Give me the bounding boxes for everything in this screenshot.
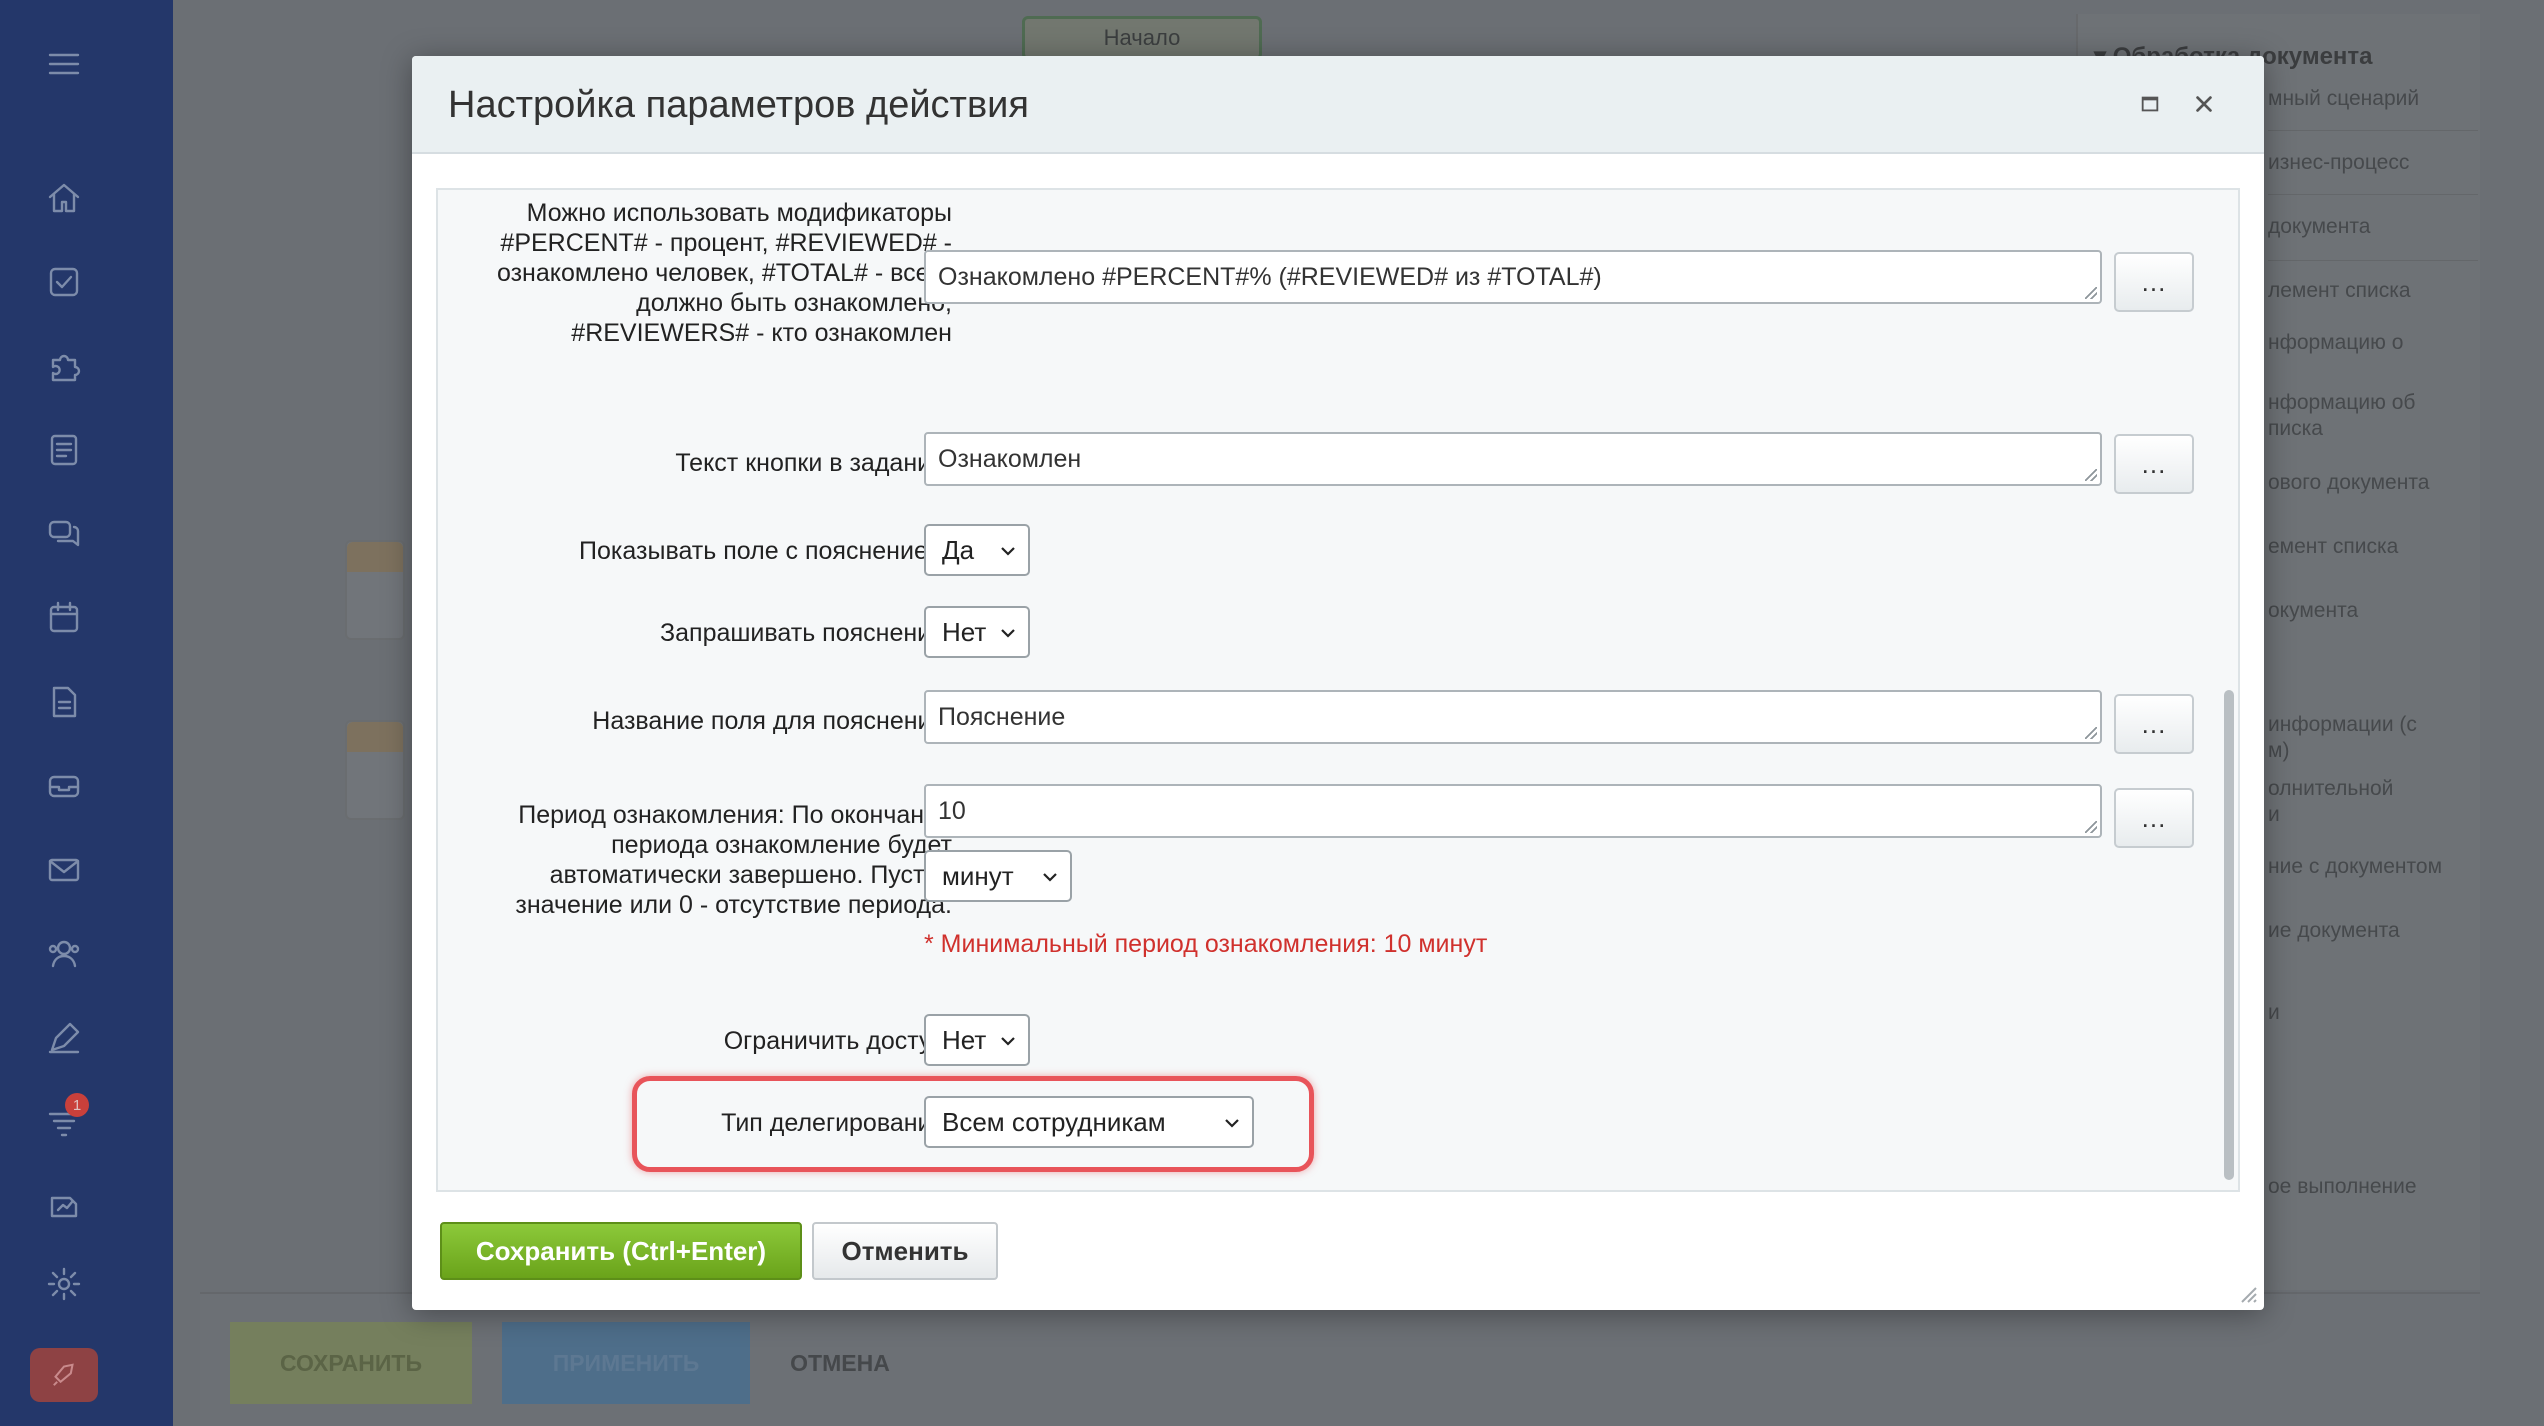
task-button-text-label: Текст кнопки в задании: bbox=[675, 449, 952, 477]
comment-field-name-insert-button[interactable]: ... bbox=[2114, 694, 2194, 754]
action-settings-dialog: Настройка параметров действия Можно испо… bbox=[412, 56, 2264, 1310]
funnel-icon[interactable]: 1 bbox=[38, 1093, 90, 1148]
bg-cancel-button[interactable]: ОТМЕНА bbox=[770, 1322, 910, 1404]
resize-grip-icon[interactable] bbox=[2234, 1280, 2258, 1304]
panel-item[interactable]: олнительной и bbox=[2268, 776, 2393, 828]
restrict-access-label: Ограничить доступ: bbox=[723, 1027, 952, 1055]
panel-item[interactable]: документа bbox=[2268, 214, 2370, 240]
calendar-icon[interactable] bbox=[38, 592, 90, 644]
bg-save-button[interactable]: СОХРАНИТЬ bbox=[230, 1322, 472, 1404]
panel-item[interactable]: нформацию о bbox=[2268, 330, 2403, 356]
restrict-access-select[interactable]: Нет bbox=[924, 1014, 1030, 1066]
show-comment-field-label: Показывать поле с пояснением: bbox=[579, 537, 952, 565]
require-comment-label: Запрашивать пояснение: bbox=[660, 619, 952, 647]
panel-item[interactable]: ние с документом bbox=[2268, 854, 2442, 880]
delegation-type-value: Всем сотрудникам bbox=[942, 1106, 1166, 1137]
dialog-content[interactable]: Можно использовать модификаторы #PERCENT… bbox=[436, 188, 2240, 1192]
cancel-button[interactable]: Отменить bbox=[812, 1222, 998, 1280]
chevron-down-icon bbox=[1043, 873, 1057, 882]
document-list-icon[interactable] bbox=[38, 424, 90, 476]
chevron-down-icon bbox=[1001, 1037, 1015, 1046]
mail-icon[interactable] bbox=[38, 844, 90, 896]
separator bbox=[2268, 260, 2478, 261]
review-period-label: Период ознакомления: По окончании период… bbox=[515, 801, 952, 919]
bg-apply-button[interactable]: ПРИМЕНИТЬ bbox=[502, 1322, 750, 1404]
process-card bbox=[345, 720, 405, 820]
gear-icon[interactable] bbox=[38, 1258, 90, 1310]
file-icon[interactable] bbox=[38, 676, 90, 728]
pen-icon[interactable] bbox=[38, 1012, 90, 1064]
panel-item[interactable]: емент списка bbox=[2268, 534, 2398, 560]
save-button[interactable]: Сохранить (Ctrl+Enter) bbox=[440, 1222, 802, 1280]
panel-item[interactable]: изнес-процесс bbox=[2268, 150, 2409, 176]
task-button-text-input[interactable]: Ознакомлен bbox=[924, 432, 2102, 486]
comment-field-name-input[interactable]: Пояснение bbox=[924, 690, 2102, 744]
separator bbox=[2268, 130, 2478, 131]
tasks-icon[interactable] bbox=[38, 256, 90, 308]
chevron-down-icon bbox=[1225, 1119, 1239, 1128]
notification-badge: 1 bbox=[65, 1093, 89, 1117]
rocket-icon[interactable] bbox=[30, 1348, 98, 1402]
start-block: Начало bbox=[1022, 16, 1262, 60]
review-period-unit-select[interactable]: минут bbox=[924, 850, 1072, 902]
panel-item[interactable]: ое выполнение bbox=[2268, 1174, 2417, 1200]
review-period-input[interactable]: 10 bbox=[924, 784, 2102, 838]
inbox-icon[interactable] bbox=[38, 760, 90, 812]
panel-item[interactable]: лемент списка bbox=[2268, 278, 2411, 304]
panel-item[interactable]: окумента bbox=[2268, 598, 2358, 624]
close-icon[interactable] bbox=[2186, 86, 2222, 122]
comment-field-name-label: Название поля для пояснения: bbox=[592, 707, 952, 735]
panel-item[interactable]: мный сценарий bbox=[2268, 86, 2419, 112]
home-icon[interactable] bbox=[38, 172, 90, 224]
chart-icon[interactable] bbox=[38, 1180, 90, 1232]
panel-item[interactable]: нформацию об писка bbox=[2268, 390, 2415, 442]
panel-section[interactable]: и bbox=[2268, 1000, 2280, 1026]
delegation-type-select[interactable]: Всем сотрудникам bbox=[924, 1096, 1254, 1148]
task-button-text-insert-button[interactable]: ... bbox=[2114, 434, 2194, 494]
process-card bbox=[345, 540, 405, 640]
delegation-type-label: Тип делегирования: bbox=[721, 1109, 952, 1137]
menu-icon[interactable] bbox=[38, 38, 90, 90]
panel-item[interactable]: ие документа bbox=[2268, 918, 2400, 944]
chevron-down-icon bbox=[1001, 629, 1015, 638]
chevron-down-icon bbox=[1001, 547, 1015, 556]
panel-item[interactable]: информации (с м) bbox=[2268, 712, 2417, 764]
status-template-label: Можно использовать модификаторы #PERCENT… bbox=[496, 199, 952, 347]
status-template-input[interactable]: Ознакомлено #PERCENT#% (#REVIEWED# из #T… bbox=[924, 250, 2102, 304]
left-navigation: 1 bbox=[0, 0, 173, 1426]
show-comment-field-value: Да bbox=[942, 534, 975, 565]
restrict-access-value: Нет bbox=[942, 1024, 987, 1055]
scrollbar[interactable] bbox=[2218, 190, 2238, 1190]
dialog-header: Настройка параметров действия bbox=[412, 56, 2264, 154]
require-comment-select[interactable]: Нет bbox=[924, 606, 1030, 658]
require-comment-value: Нет bbox=[942, 616, 987, 647]
chat-icon[interactable] bbox=[38, 508, 90, 560]
status-template-insert-button[interactable]: ... bbox=[2114, 252, 2194, 312]
review-period-hint: * Минимальный период ознакомления: 10 ми… bbox=[924, 930, 1488, 958]
scrollbar-thumb[interactable] bbox=[2224, 690, 2234, 1180]
panel-item[interactable]: ового документа bbox=[2268, 470, 2429, 496]
dialog-title: Настройка параметров действия bbox=[448, 84, 1029, 126]
puzzle-icon[interactable] bbox=[38, 340, 90, 392]
contacts-icon[interactable] bbox=[38, 928, 90, 980]
separator bbox=[2268, 194, 2478, 195]
review-period-unit-value: минут bbox=[942, 860, 1014, 891]
show-comment-field-select[interactable]: Да bbox=[924, 524, 1030, 576]
review-period-insert-button[interactable]: ... bbox=[2114, 788, 2194, 848]
maximize-icon[interactable] bbox=[2132, 86, 2168, 122]
